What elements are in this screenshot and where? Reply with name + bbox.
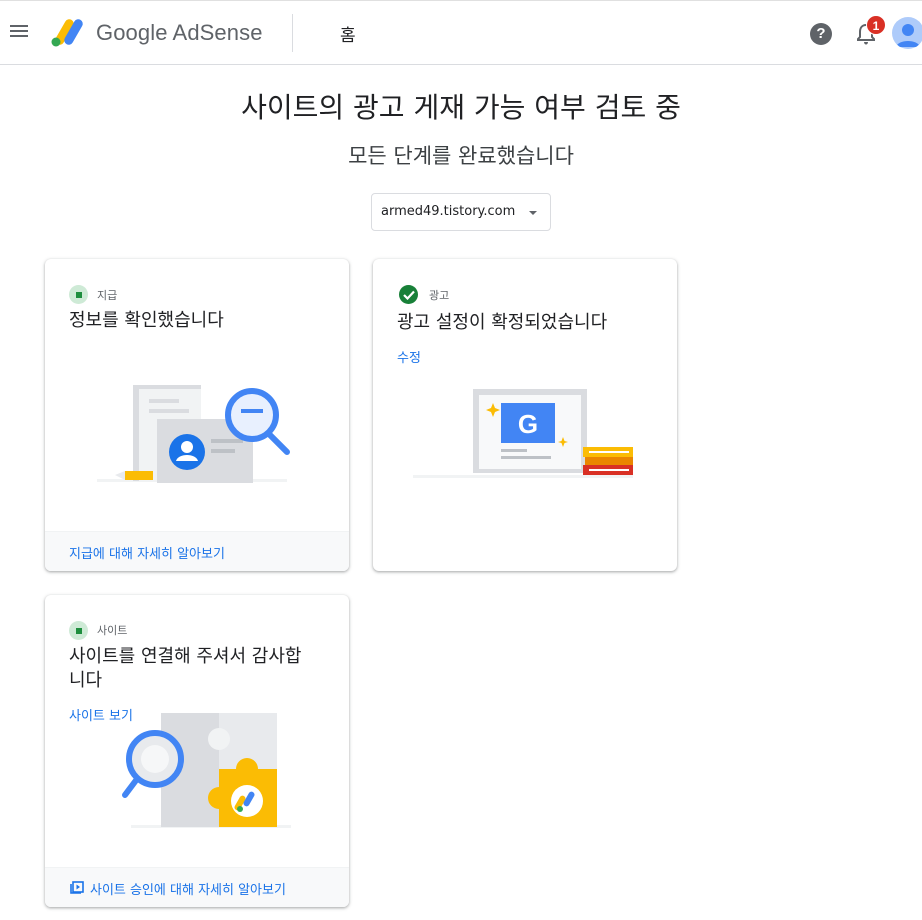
ad-settings-illustration: G: [413, 389, 633, 478]
caret-down-icon: [529, 211, 537, 215]
site-selector-dropdown[interactable]: armed49.tistory.com: [371, 193, 551, 231]
site-connection-illustration: [122, 713, 291, 828]
account-avatar[interactable]: [892, 17, 922, 49]
payment-card-tag: 지급: [97, 289, 118, 302]
ads-card: 광고 광고 설정이 확정되었습니다 수정 G: [373, 259, 677, 571]
learn-more-site-approval-link[interactable]: 사이트 승인에 대해 자세히 알아보기: [90, 879, 286, 898]
top-app-bar: Google AdSense 홈 ? 1: [0, 0, 922, 65]
pending-status-icon: [69, 621, 88, 640]
page-title-home: 홈: [340, 26, 356, 46]
pending-status-icon: [69, 285, 88, 304]
adsense-logo-icon[interactable]: [50, 16, 86, 48]
site-card-title-line-2: 니다: [69, 670, 103, 691]
notification-count-badge: 1: [866, 15, 886, 35]
hamburger-menu-icon[interactable]: [8, 22, 30, 44]
payment-card-title: 정보를 확인했습니다: [69, 310, 224, 331]
topbar-divider: [292, 14, 293, 52]
ads-card-tag: 광고: [429, 289, 450, 302]
avatar-icon: [896, 24, 920, 47]
learn-more-payment-link[interactable]: 지급에 대해 자세히 알아보기: [69, 543, 225, 562]
id-verification-illustration: [97, 385, 290, 483]
help-icon[interactable]: ?: [810, 23, 832, 45]
site-card-title-line-1: 사이트를 연결해 주셔서 감사합: [69, 646, 302, 667]
edit-ads-link[interactable]: 수정: [397, 347, 421, 366]
check-circle-icon: [399, 285, 418, 304]
payment-card: 지급 정보를 확인했습니다 지급에 대해 자세히 알아보기: [45, 259, 349, 571]
svg-text:G: G: [518, 409, 538, 439]
site-card: 사이트 사이트를 연결해 주셔서 감사합 니다 사이트 보기 사이트 승인에 대…: [45, 595, 349, 907]
site-card-footer: 사이트 승인에 대해 자세히 알아보기: [45, 867, 349, 907]
ads-card-title: 광고 설정이 확정되었습니다: [397, 312, 608, 333]
product-name[interactable]: Google AdSense: [96, 20, 263, 46]
site-selector-value: armed49.tistory.com: [381, 204, 516, 219]
video-library-icon: [70, 881, 84, 894]
payment-card-footer: 지급에 대해 자세히 알아보기: [45, 531, 349, 571]
site-card-tag: 사이트: [97, 624, 128, 637]
page-subheading: 모든 단계를 완료했습니다: [348, 144, 574, 168]
page-heading: 사이트의 광고 게재 가능 여부 검토 중: [241, 91, 681, 124]
